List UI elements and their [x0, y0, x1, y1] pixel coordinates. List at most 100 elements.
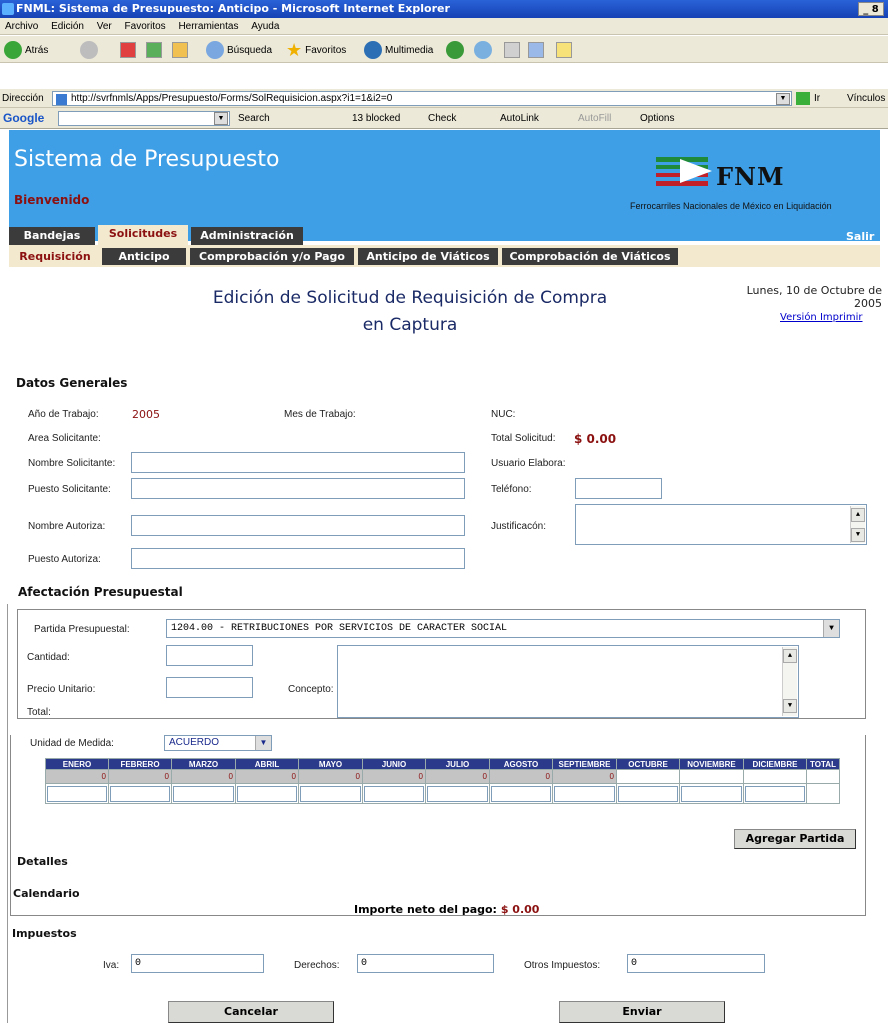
month-input[interactable]: [237, 785, 297, 802]
cantidad-input[interactable]: [166, 645, 253, 666]
cancel-button[interactable]: Cancelar: [168, 1001, 334, 1023]
chevron-down-icon[interactable]: ▼: [823, 620, 839, 637]
mail-button[interactable]: [474, 40, 492, 60]
print-version-link[interactable]: Versión Imprimir: [780, 312, 863, 323]
month-input[interactable]: [173, 785, 234, 802]
menu-ver[interactable]: Ver: [97, 21, 112, 32]
scroll-up-icon[interactable]: ▲: [851, 508, 865, 522]
month-input[interactable]: [491, 785, 551, 802]
search-button[interactable]: Búsqueda: [206, 40, 272, 60]
url-dropdown-icon[interactable]: ▼: [776, 93, 790, 105]
spell-check-button[interactable]: Check: [428, 108, 456, 129]
date-line2: 2005: [854, 297, 882, 310]
multimedia-icon: [364, 41, 382, 59]
concepto-scrollbar[interactable]: ▲ ▼: [782, 647, 797, 716]
otros-impuestos-input[interactable]: 0: [627, 954, 765, 973]
nombre-solicitante-input[interactable]: [131, 452, 465, 473]
month-input[interactable]: [110, 785, 170, 802]
nuc-label: NUC:: [491, 409, 516, 420]
home-button[interactable]: [172, 40, 188, 60]
favorites-label: Favoritos: [305, 44, 347, 56]
month-value: 0: [108, 769, 172, 784]
google-search-input[interactable]: [58, 111, 230, 126]
month-input[interactable]: [681, 785, 742, 802]
month-input[interactable]: [300, 785, 361, 802]
month-input[interactable]: [745, 785, 805, 802]
go-label[interactable]: Ir: [814, 89, 820, 108]
ie-icon: [2, 3, 14, 15]
month-input[interactable]: [364, 785, 424, 802]
tab-bandejas[interactable]: Bandejas: [9, 227, 95, 245]
total-label: Total:: [27, 707, 51, 718]
month-input[interactable]: [618, 785, 678, 802]
org-name: Ferrocarriles Nacionales de México en Li…: [630, 201, 832, 211]
google-dropdown-icon[interactable]: ▼: [214, 112, 228, 125]
puesto-solicitante-input[interactable]: [131, 478, 465, 499]
subtab-comprobacion-pago[interactable]: Comprobación y/o Pago: [190, 248, 354, 265]
menu-ayuda[interactable]: Ayuda: [251, 21, 279, 32]
puesto-autoriza-input[interactable]: [131, 548, 465, 569]
subtab-requisicion[interactable]: Requisición: [12, 248, 98, 265]
page-icon: [56, 94, 67, 105]
unidad-medida-select[interactable]: ACUERDO ▼: [164, 735, 272, 751]
favorites-button[interactable]: ★ Favoritos: [286, 40, 346, 60]
stop-button[interactable]: [120, 40, 136, 60]
send-button[interactable]: Enviar: [559, 1001, 725, 1023]
forward-button[interactable]: [80, 40, 98, 60]
month-input[interactable]: [47, 785, 107, 802]
derechos-input[interactable]: 0: [357, 954, 494, 973]
menu-herramientas[interactable]: Herramientas: [178, 21, 238, 32]
print-button[interactable]: [504, 40, 520, 60]
history-button[interactable]: [446, 40, 464, 60]
tab-administracion[interactable]: Administración: [191, 227, 303, 245]
iva-input[interactable]: 0: [131, 954, 264, 973]
menu-bar: Archivo Edición Ver Favoritos Herramient…: [0, 18, 888, 35]
month-header: JUNIO: [362, 758, 426, 770]
subtab-comprobacion-viaticos[interactable]: Comprobación de Viáticos: [502, 248, 678, 265]
window-controls[interactable]: _ 8: [858, 2, 884, 16]
menu-favoritos[interactable]: Favoritos: [125, 21, 166, 32]
google-search-button[interactable]: Search: [238, 108, 270, 129]
multimedia-button[interactable]: Multimedia: [364, 40, 433, 60]
popup-blocked-button[interactable]: 13 blocked: [352, 108, 400, 129]
edit-button[interactable]: [528, 40, 544, 60]
agregar-partida-button[interactable]: Agregar Partida: [734, 829, 856, 849]
autofill-button[interactable]: AutoFill: [578, 108, 611, 129]
precio-unitario-input[interactable]: [166, 677, 253, 698]
menu-edicion[interactable]: Edición: [51, 21, 84, 32]
telefono-input[interactable]: [575, 478, 662, 499]
nombre-autoriza-input[interactable]: [131, 515, 465, 536]
justificacion-textarea[interactable]: ▲ ▼: [575, 504, 867, 545]
justificacion-label: Justificacón:: [491, 521, 547, 532]
concepto-textarea[interactable]: ▲ ▼: [337, 645, 799, 718]
otros-impuestos-label: Otros Impuestos:: [524, 960, 601, 971]
autolink-button[interactable]: AutoLink: [500, 108, 539, 129]
month-header: MARZO: [171, 758, 236, 770]
links-label[interactable]: Vínculos: [847, 89, 885, 108]
month-input[interactable]: [554, 785, 615, 802]
tab-solicitudes[interactable]: Solicitudes: [98, 225, 188, 245]
chevron-down-icon[interactable]: ▼: [255, 736, 271, 750]
refresh-button[interactable]: [146, 40, 162, 60]
url-text: http://svrfnmls/Apps/Presupuesto/Forms/S…: [71, 93, 393, 104]
google-logo[interactable]: Google: [3, 108, 44, 129]
scroll-up-icon[interactable]: ▲: [783, 649, 797, 663]
anio-value: 2005: [132, 408, 160, 421]
back-label: Atrás: [25, 44, 49, 56]
content-left-border: [7, 604, 8, 1023]
subtab-anticipo[interactable]: Anticipo: [102, 248, 186, 265]
options-button[interactable]: Options: [640, 108, 674, 129]
month-input[interactable]: [427, 785, 488, 802]
messenger-button[interactable]: [556, 40, 572, 60]
partida-select[interactable]: 1204.00 - RETRIBUCIONES POR SERVICIOS DE…: [166, 619, 840, 638]
go-arrow-icon[interactable]: [796, 92, 810, 105]
justificacion-scrollbar[interactable]: ▲ ▼: [850, 506, 865, 543]
logout-link[interactable]: Salir: [846, 230, 874, 243]
back-button[interactable]: Atrás: [4, 40, 48, 60]
url-input[interactable]: http://svrfnmls/Apps/Presupuesto/Forms/S…: [52, 91, 792, 106]
total-solicitud-value: $ 0.00: [574, 432, 617, 446]
subtab-anticipo-viaticos[interactable]: Anticipo de Viáticos: [358, 248, 498, 265]
scroll-down-icon[interactable]: ▼: [851, 528, 865, 542]
menu-archivo[interactable]: Archivo: [5, 21, 38, 32]
scroll-down-icon[interactable]: ▼: [783, 699, 797, 713]
